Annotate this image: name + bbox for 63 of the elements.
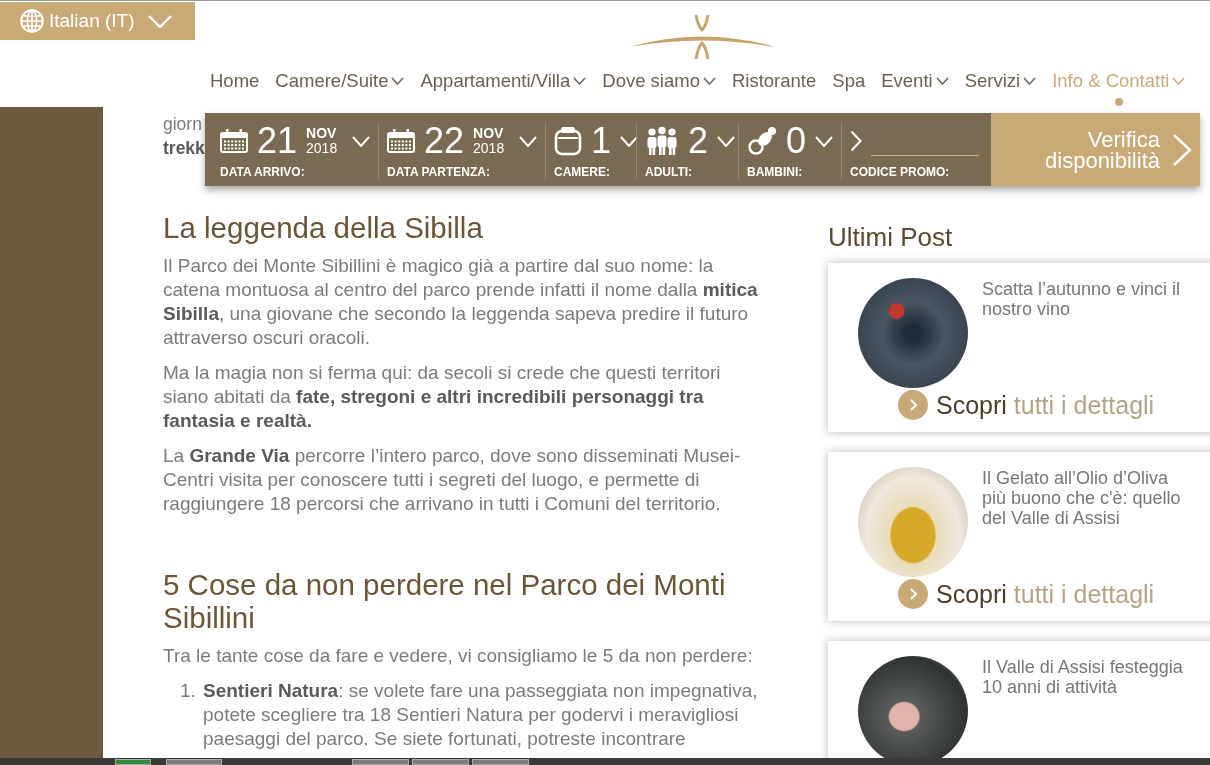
globe-icon	[20, 9, 44, 33]
count-value: 0	[786, 123, 807, 159]
text-fragment: trekk	[163, 137, 205, 160]
chevron-down-icon[interactable]	[519, 135, 538, 147]
list-number: 1.	[180, 679, 195, 703]
field-label: CODICE PROMO:	[850, 165, 951, 179]
chevron-down-icon	[935, 77, 949, 85]
text-fragment: giorn	[163, 113, 202, 136]
field-label: ADULTI:	[645, 165, 694, 179]
active-dot-icon	[1114, 98, 1123, 106]
nav-link[interactable]: Home	[210, 70, 260, 92]
paragraph: Il Parco dei Monte Sibillini è magico già a partire dal suo nome: la catena montuosa al centro del parco prende infatti il nome dalla mitica Sibilla, una giovane che secondo la leggenda sapeva predire il futuro attraverso oscuri oracoli.	[163, 254, 759, 350]
chevron-down-icon	[1172, 77, 1186, 85]
month-text: NOV	[473, 126, 505, 141]
nav-link[interactable]: Spa	[832, 70, 866, 92]
chevron-down-icon	[1023, 77, 1037, 85]
count-value: 1	[591, 123, 612, 159]
field-label: BAMBINI:	[747, 165, 804, 179]
nav-link[interactable]: Appartamenti/Villa	[420, 70, 587, 92]
nav-link[interactable]: Camere/Suite	[275, 70, 405, 92]
logo-icon	[628, 14, 776, 60]
section-heading: La leggenda della Sibilla	[163, 211, 484, 244]
calendar-icon	[387, 129, 415, 153]
chevron-down-icon[interactable]	[815, 135, 834, 147]
chevron-down-icon	[147, 14, 172, 28]
section-heading: 5 Cose da non perdere nel Parco dei Monti Sibillini	[163, 568, 727, 634]
field-label: CAMERE:	[554, 165, 611, 179]
chevron-down-icon	[391, 77, 405, 85]
chevron-down-icon[interactable]	[717, 135, 736, 147]
details-link[interactable]: Scopri tutti i dettagli	[898, 390, 1155, 420]
year-text: 2018	[473, 141, 505, 156]
month-text: NOV	[306, 126, 338, 141]
nav-link[interactable]: Dove siamo	[602, 70, 716, 92]
chevron-circle-icon	[898, 579, 928, 609]
day-number: 21	[257, 123, 298, 159]
case-icon	[554, 126, 582, 156]
post-title[interactable]: Il Gelato all’Olio d’Oliva più buono che c'è: quello del Valle di Assisi	[982, 468, 1188, 528]
list-item-text: Sentieri Natura: se volete fare una passeggiata non impegnativa, potete scegliere tra 18 Sentieri Natura per godervi i meravigliosi paesaggi del parco. Se siete fortunati, potreste incontrare	[203, 679, 759, 751]
paragraph: La Grande Via percorre l’intero parco, dove sono disseminati Musei-Centri visita per conoscere tutti i segreti del luogo, e permette di raggiungere 18 percorsi che arrivano in tutti i Comuni del territorio.	[163, 444, 742, 516]
chevron-right-icon[interactable]	[850, 130, 862, 152]
chevron-down-icon	[573, 77, 587, 85]
paragraph: Ma la magia non si ferma qui: da secoli si crede che questi territori siano abitati da fate, stregoni e altri incredibili personaggi tra fantasia e realtà.	[163, 361, 722, 433]
chevron-circle-icon	[898, 390, 928, 420]
people-icon	[645, 126, 679, 156]
count-value: 2	[688, 123, 709, 159]
post-title[interactable]: Scatta l’autunno e vinci il nostro vino	[982, 279, 1188, 319]
day-number: 22	[424, 123, 465, 159]
chevron-down-icon[interactable]	[620, 135, 639, 147]
nav-link[interactable]: Eventi	[881, 70, 949, 92]
sidebar-title: Ultimi Post	[828, 221, 954, 254]
chevron-right-icon	[1172, 132, 1192, 167]
paragraph: Tra le tante cose da fare e vedere, vi consigliamo le 5 da non perdere:	[163, 644, 754, 668]
field-label: DATA ARRIVO:	[220, 165, 306, 179]
field-label: DATA PARTENZA:	[387, 165, 491, 179]
chevron-down-icon	[702, 77, 716, 85]
post-title[interactable]: Il Valle di Assisi festeggia 10 anni di attività	[982, 657, 1188, 697]
pacifier-icon	[747, 126, 777, 156]
calendar-icon	[220, 129, 248, 153]
year-text: 2018	[306, 141, 338, 156]
chevron-down-icon[interactable]	[352, 135, 371, 147]
nav-link[interactable]: Servizi	[964, 70, 1037, 92]
nav-link[interactable]: Ristorante	[731, 70, 817, 92]
details-link[interactable]: Scopri tutti i dettagli	[898, 579, 1155, 609]
